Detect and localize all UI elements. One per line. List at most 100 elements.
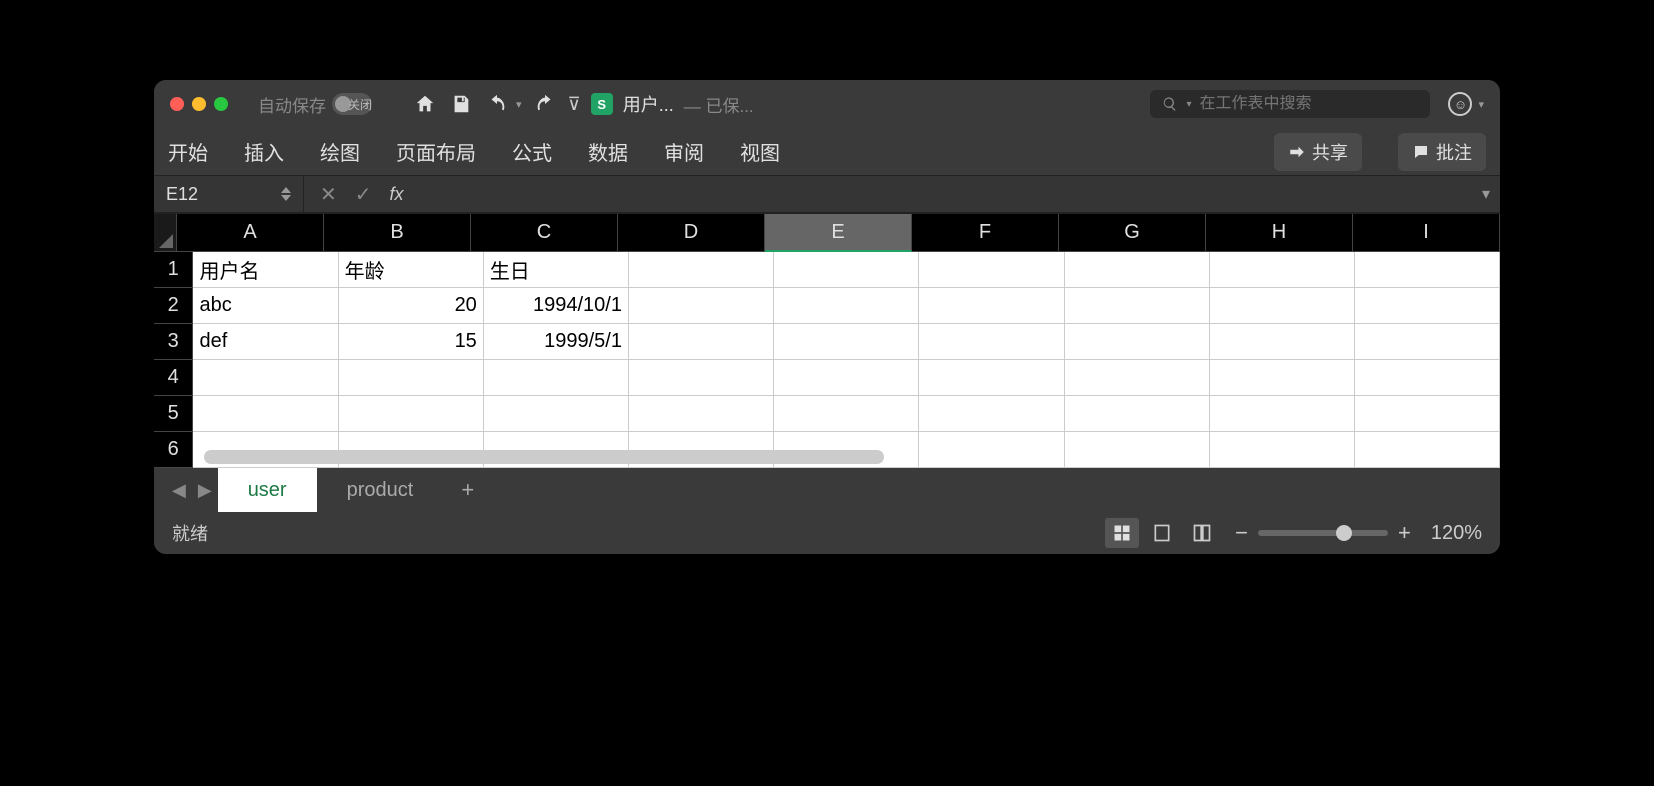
cell-F2[interactable] <box>919 288 1064 324</box>
minimize-button[interactable] <box>192 97 206 111</box>
cell-B1[interactable]: 年龄 <box>339 252 484 288</box>
ribbon-tab-draw[interactable]: 绘图 <box>320 137 360 166</box>
cell-I6[interactable] <box>1355 432 1500 468</box>
ribbon-tab-data[interactable]: 数据 <box>588 137 628 166</box>
undo-dropdown[interactable]: ▾ <box>516 98 522 111</box>
row-header-2[interactable]: 2 <box>154 288 193 324</box>
zoom-in-button[interactable]: + <box>1398 520 1411 546</box>
cell-F4[interactable] <box>919 360 1064 396</box>
cell-B2[interactable]: 20 <box>339 288 484 324</box>
cell-C1[interactable]: 生日 <box>484 252 629 288</box>
ribbon-tab-review[interactable]: 审阅 <box>664 137 704 166</box>
row-header-1[interactable]: 1 <box>154 252 193 288</box>
name-box[interactable]: E12 <box>154 176 304 212</box>
cell-A1[interactable]: 用户名 <box>193 252 338 288</box>
feedback-icon[interactable]: ☺ <box>1448 92 1472 116</box>
cancel-formula-button[interactable]: ✕ <box>320 182 337 207</box>
ribbon-tab-insert[interactable]: 插入 <box>244 137 284 166</box>
fx-button[interactable]: fx <box>390 184 404 205</box>
cell-I4[interactable] <box>1355 360 1500 396</box>
share-button[interactable]: 共享 <box>1274 133 1362 171</box>
undo-icon[interactable] <box>484 91 510 117</box>
view-normal-button[interactable] <box>1105 518 1139 548</box>
formula-expand-button[interactable]: ▾ <box>1472 184 1500 204</box>
column-header-B[interactable]: B <box>324 214 471 252</box>
cell-C3[interactable]: 1999/5/1 <box>484 324 629 360</box>
ribbon-tab-view[interactable]: 视图 <box>740 137 780 166</box>
cell-I1[interactable] <box>1355 252 1500 288</box>
cell-D1[interactable] <box>629 252 774 288</box>
cell-A4[interactable] <box>193 360 338 396</box>
sheet-nav-next[interactable]: ▶ <box>192 480 218 501</box>
sheet-nav-prev[interactable]: ◀ <box>166 480 192 501</box>
cell-G6[interactable] <box>1065 432 1210 468</box>
column-header-H[interactable]: H <box>1206 214 1353 252</box>
view-page-layout-button[interactable] <box>1145 518 1179 548</box>
cell-E5[interactable] <box>774 396 919 432</box>
cell-F6[interactable] <box>919 432 1064 468</box>
cell-H3[interactable] <box>1210 324 1355 360</box>
cell-E4[interactable] <box>774 360 919 396</box>
column-header-I[interactable]: I <box>1353 214 1500 252</box>
name-box-stepper[interactable] <box>281 187 291 201</box>
cell-C2[interactable]: 1994/10/1 <box>484 288 629 324</box>
search-box[interactable]: ▾ <box>1150 90 1430 118</box>
cell-I2[interactable] <box>1355 288 1500 324</box>
cell-I3[interactable] <box>1355 324 1500 360</box>
cell-E3[interactable] <box>774 324 919 360</box>
column-header-A[interactable]: A <box>177 214 324 252</box>
cell-G4[interactable] <box>1065 360 1210 396</box>
save-icon[interactable] <box>448 91 474 117</box>
cell-D3[interactable] <box>629 324 774 360</box>
quick-access-customize[interactable]: ⊽ <box>568 94 581 115</box>
cell-H6[interactable] <box>1210 432 1355 468</box>
sheet-tab-product[interactable]: product <box>317 468 444 512</box>
cell-E2[interactable] <box>774 288 919 324</box>
column-header-C[interactable]: C <box>471 214 618 252</box>
formula-input[interactable] <box>420 176 1472 212</box>
cell-F1[interactable] <box>919 252 1064 288</box>
add-sheet-button[interactable]: + <box>443 477 492 503</box>
cell-G2[interactable] <box>1065 288 1210 324</box>
feedback-dropdown[interactable]: ▾ <box>1478 98 1484 111</box>
cell-D2[interactable] <box>629 288 774 324</box>
cell-H1[interactable] <box>1210 252 1355 288</box>
confirm-formula-button[interactable]: ✓ <box>355 182 372 207</box>
select-all-corner[interactable] <box>154 214 177 252</box>
view-page-break-button[interactable] <box>1185 518 1219 548</box>
sheet-tab-user[interactable]: user <box>218 468 317 512</box>
cell-B5[interactable] <box>339 396 484 432</box>
close-button[interactable] <box>170 97 184 111</box>
cell-A3[interactable]: def <box>193 324 338 360</box>
maximize-button[interactable] <box>214 97 228 111</box>
cell-H2[interactable] <box>1210 288 1355 324</box>
column-header-D[interactable]: D <box>618 214 765 252</box>
column-header-E[interactable]: E <box>765 214 912 252</box>
home-icon[interactable] <box>412 91 438 117</box>
cell-E1[interactable] <box>774 252 919 288</box>
row-header-4[interactable]: 4 <box>154 360 193 396</box>
column-header-G[interactable]: G <box>1059 214 1206 252</box>
cell-F5[interactable] <box>919 396 1064 432</box>
cell-G5[interactable] <box>1065 396 1210 432</box>
cell-G3[interactable] <box>1065 324 1210 360</box>
row-header-5[interactable]: 5 <box>154 396 193 432</box>
cell-B4[interactable] <box>339 360 484 396</box>
column-header-F[interactable]: F <box>912 214 1059 252</box>
cell-A5[interactable] <box>193 396 338 432</box>
row-header-3[interactable]: 3 <box>154 324 193 360</box>
ribbon-tab-layout[interactable]: 页面布局 <box>396 137 476 166</box>
horizontal-scrollbar[interactable] <box>204 450 884 464</box>
zoom-out-button[interactable]: − <box>1235 520 1248 546</box>
redo-icon[interactable] <box>532 91 558 117</box>
cell-C4[interactable] <box>484 360 629 396</box>
cell-H5[interactable] <box>1210 396 1355 432</box>
row-header-6[interactable]: 6 <box>154 432 193 468</box>
zoom-slider[interactable] <box>1258 530 1388 536</box>
cell-D4[interactable] <box>629 360 774 396</box>
ribbon-tab-formulas[interactable]: 公式 <box>512 137 552 166</box>
ribbon-tab-home[interactable]: 开始 <box>168 137 208 166</box>
search-input[interactable] <box>1200 95 1419 113</box>
comment-button[interactable]: 批注 <box>1398 133 1486 171</box>
cell-D5[interactable] <box>629 396 774 432</box>
